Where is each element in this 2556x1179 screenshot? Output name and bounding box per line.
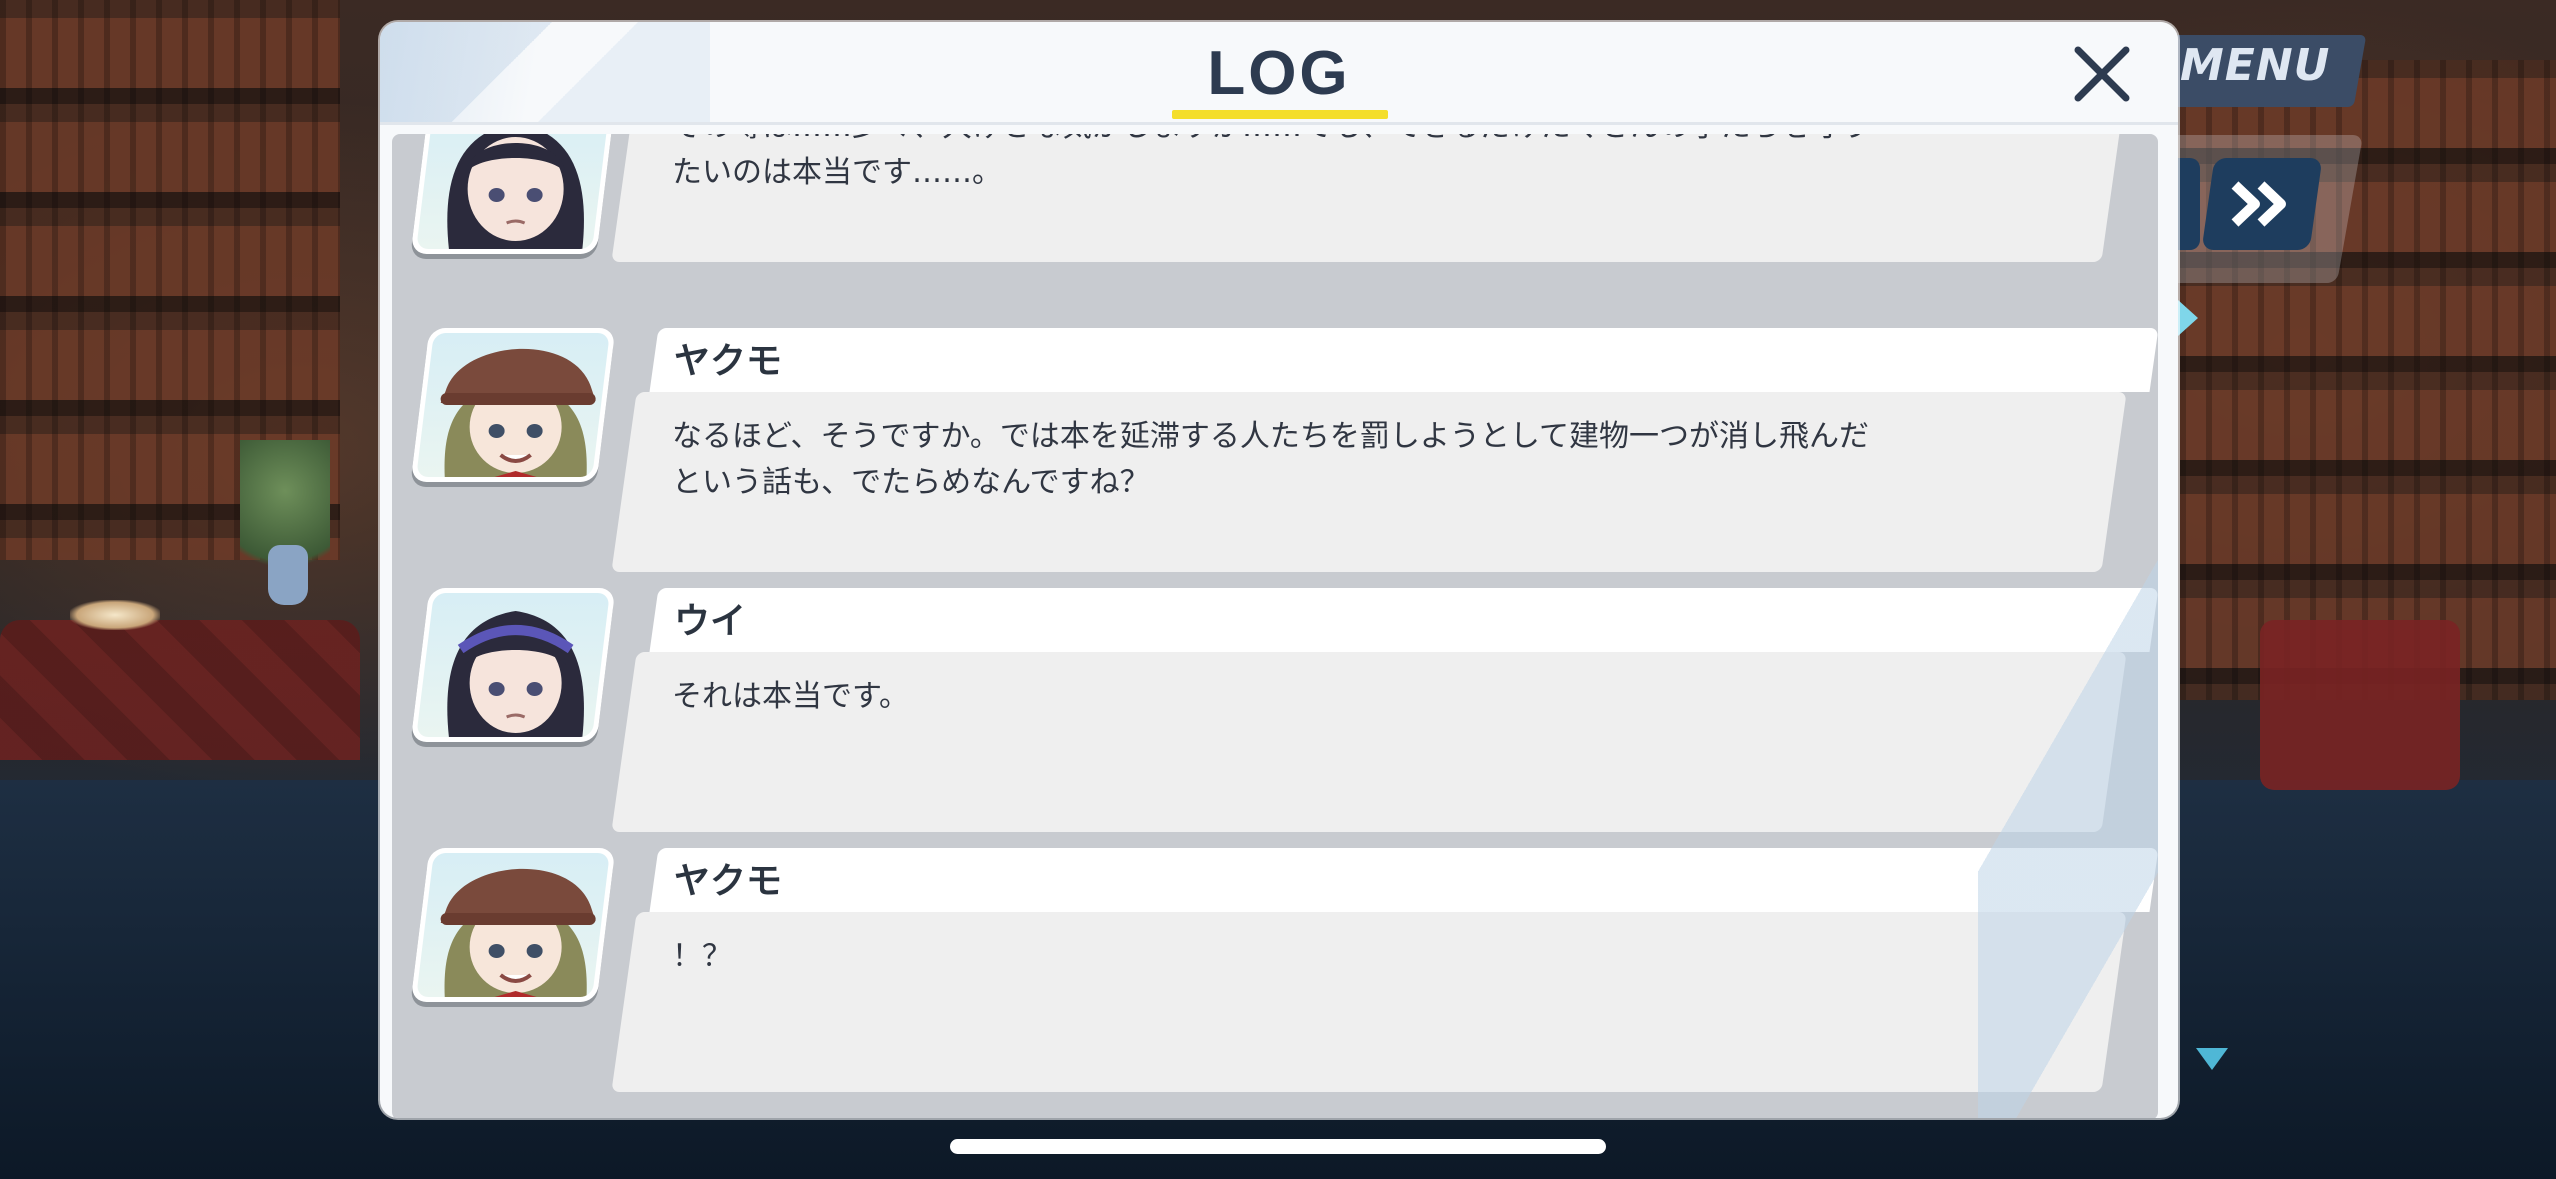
speaker-name: ヤクモ — [674, 341, 783, 382]
yakumo-portrait — [410, 848, 616, 1002]
close-button[interactable] — [2066, 38, 2138, 110]
vase — [268, 545, 308, 605]
chair — [2260, 620, 2460, 790]
sofa — [0, 620, 360, 760]
log-entry: ウイ それは本当です。 — [392, 588, 2158, 848]
ui-portrait — [410, 588, 616, 742]
double-chevron-right-icon — [2231, 181, 2286, 227]
ui-portrait — [410, 134, 616, 254]
dialog-title: LOG — [1207, 39, 1351, 108]
speaker-name-box — [649, 848, 2158, 912]
log-entry: ヤクモ なるほど、そうですか。では本を延滞する人たちを罰しようとして建物一つが消… — [392, 328, 2158, 588]
side-arrow-icon — [2178, 300, 2198, 336]
close-icon — [2074, 46, 2130, 102]
log-dialog: LOG たいのは本当です……。 ヤクモ なるほど、そうですか。では本を延滞する人… — [380, 22, 2178, 1118]
message-text: ！？ — [672, 939, 732, 974]
title-underline — [1172, 110, 1388, 119]
message-text: それは本当です。 — [672, 679, 909, 714]
speaker-name: ウイ — [674, 601, 747, 642]
menu-label: MENU — [2180, 40, 2331, 91]
lamp — [70, 600, 160, 630]
speaker-name-box — [649, 588, 2158, 652]
message-text: なるほど、そうですか。では本を延滞する人たちを罰しようとして建物一つが消し飛んだ… — [672, 419, 1869, 500]
dialog-header: LOG — [380, 22, 2178, 125]
message-text: その噂は……少々、大げさな気がしますが……でも、できるだけたくさんの子たちを守り… — [672, 134, 1871, 190]
log-entry: その噂は……少々、大げさな気がしますが……でも、できるだけたくさんの子たちを守り… — [392, 134, 2158, 278]
yakumo-portrait — [410, 328, 616, 482]
log-list[interactable]: その噂は……少々、大げさな気がしますが……でも、できるだけたくさんの子たちを守り… — [392, 134, 2158, 1118]
speaker-name-box — [649, 328, 2158, 392]
speaker-name: ヤクモ — [674, 861, 783, 902]
home-indicator[interactable] — [950, 1139, 1606, 1154]
fast-forward-button[interactable] — [2201, 158, 2323, 250]
log-entry: ヤクモ ！？ — [392, 848, 2158, 1108]
next-indicator-icon — [2196, 1048, 2228, 1070]
